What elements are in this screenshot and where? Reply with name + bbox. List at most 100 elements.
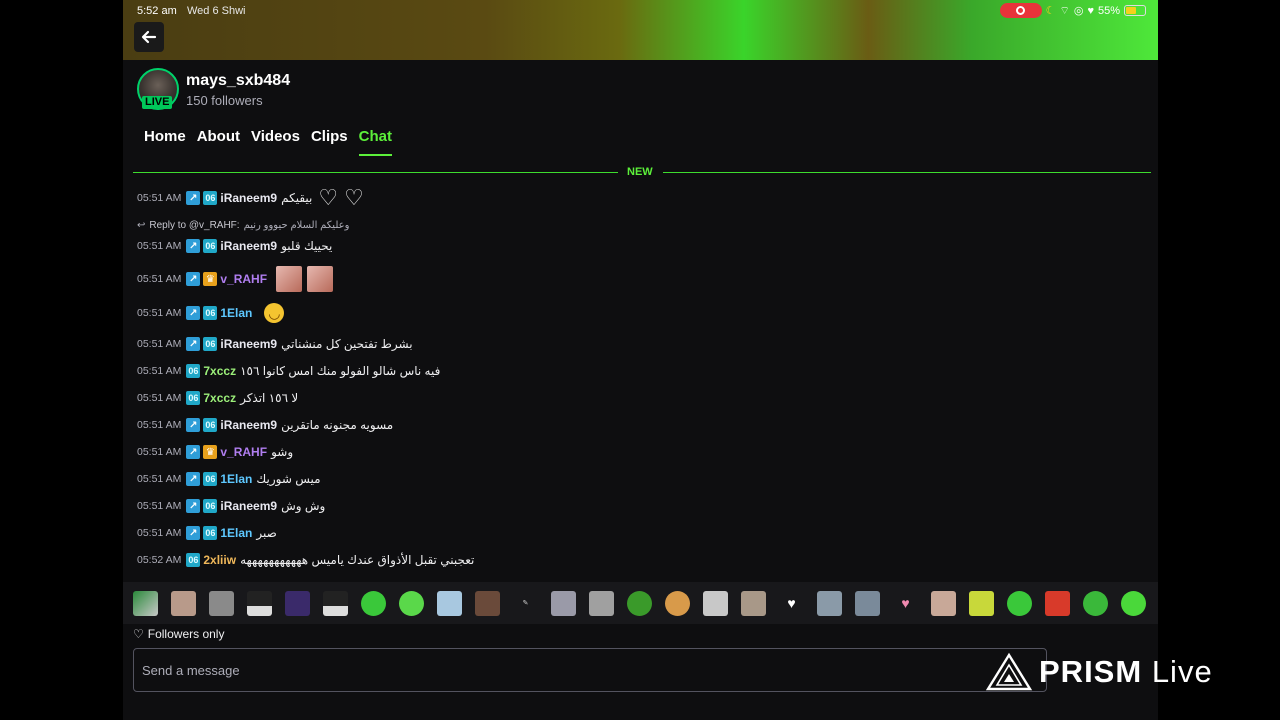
emote-icon[interactable] bbox=[1045, 590, 1070, 616]
chat-message[interactable]: 05:51 AM 06 7xccz فيه ناس شالو الفولو من… bbox=[137, 361, 440, 381]
chat-message-text: وش وش bbox=[281, 499, 326, 513]
tab-clips[interactable]: Clips bbox=[311, 128, 348, 156]
emote-icon[interactable] bbox=[817, 590, 842, 616]
image-emote-icon bbox=[307, 266, 334, 292]
channel-header: LIVE mays_sxb484 150 followers Home Abou… bbox=[123, 60, 1158, 158]
message-timestamp: 05:51 AM bbox=[137, 500, 182, 512]
tab-videos[interactable]: Videos bbox=[251, 128, 300, 156]
emote-icon[interactable] bbox=[171, 590, 196, 616]
chat-username[interactable]: 7xccz bbox=[203, 364, 236, 378]
chat-message[interactable]: 05:51 AM ↗ 06 1Elan صبر bbox=[137, 523, 277, 543]
chat-feed[interactable]: NEW 05:51 AM ↗ 06 iRaneem9 بيقيكم ♡ ♡ ↩ … bbox=[123, 158, 1158, 582]
chat-message-text: تعجبني تقبل الأذواق عندك ياميس ههههههههه… bbox=[240, 553, 475, 567]
chat-message[interactable]: 05:51 AM ↗ 06 1Elan ◡ bbox=[137, 302, 285, 324]
chat-message[interactable]: 05:51 AM 06 7xccz لا ١٥٦ اتذكر bbox=[137, 388, 298, 408]
reply-context[interactable]: ↩ Reply to @v_RAHF: وعليكم السلام حيووو … bbox=[137, 220, 349, 231]
chat-username[interactable]: v_RAHF bbox=[220, 272, 267, 286]
chat-message-text: بيقيكم bbox=[281, 191, 313, 205]
emote-icon[interactable]: ♥ bbox=[779, 590, 804, 616]
message-timestamp: 05:51 AM bbox=[137, 446, 182, 458]
stream-banner: 5:52 am Wed 6 Shwi ☾ ⌔ ◎ ♥ 55% bbox=[123, 0, 1158, 60]
emote-icon[interactable] bbox=[627, 590, 652, 616]
emote-icon[interactable] bbox=[665, 590, 690, 616]
message-input[interactable] bbox=[133, 648, 1047, 692]
emote-picker-bar[interactable]: ✎ ♥ ♥ bbox=[123, 582, 1158, 624]
chat-message[interactable]: 05:51 AM ↗ 06 iRaneem9 يحييك قلبو bbox=[137, 236, 332, 256]
emote-icon[interactable] bbox=[437, 590, 462, 616]
chat-username[interactable]: 1Elan bbox=[220, 472, 252, 486]
chat-username[interactable]: 1Elan bbox=[220, 306, 252, 320]
tab-home[interactable]: Home bbox=[144, 128, 186, 156]
chat-message[interactable]: 05:52 AM 06 2xliiw تعجبني تقبل الأذواق ع… bbox=[137, 550, 474, 570]
live-badge: LIVE bbox=[142, 96, 173, 109]
emote-icon[interactable] bbox=[703, 590, 728, 616]
emote-icon[interactable] bbox=[1083, 590, 1108, 616]
moderator-badge-icon: ↗ bbox=[186, 306, 201, 320]
chat-message-text: يحييك قلبو bbox=[281, 239, 333, 253]
tab-about[interactable]: About bbox=[197, 128, 240, 156]
battery-percent: 55% bbox=[1097, 4, 1120, 17]
moderator-badge-icon: ↗ bbox=[186, 418, 201, 432]
chat-message-text: بشرط تفتحين كل منشناتي bbox=[281, 337, 413, 351]
chat-message[interactable]: 05:51 AM ↗ ♛ v_RAHF bbox=[137, 266, 334, 292]
heart-outline-icon: ♡ bbox=[133, 627, 144, 641]
chat-message-text: ميس شوريك bbox=[256, 472, 321, 486]
emote-icon[interactable] bbox=[133, 590, 158, 616]
emote-icon[interactable] bbox=[931, 590, 956, 616]
tab-chat[interactable]: Chat bbox=[358, 128, 392, 156]
message-timestamp: 05:51 AM bbox=[137, 307, 182, 319]
emote-icon[interactable] bbox=[399, 590, 424, 616]
channel-tabs: Home About Videos Clips Chat bbox=[144, 128, 392, 156]
message-timestamp: 05:51 AM bbox=[137, 392, 182, 404]
chat-message[interactable]: 05:51 AM ↗ 06 iRaneem9 وش وش bbox=[137, 496, 325, 516]
chat-message[interactable]: 05:51 AM ↗ 06 iRaneem9 بيقيكم ♡ ♡ bbox=[137, 187, 364, 209]
emote-icon[interactable] bbox=[969, 590, 994, 616]
chat-username[interactable]: 1Elan bbox=[220, 526, 252, 540]
emote-icon[interactable] bbox=[209, 590, 234, 616]
chat-username[interactable]: iRaneem9 bbox=[220, 337, 277, 351]
chat-message[interactable]: 05:51 AM ↗ 06 1Elan ميس شوريك bbox=[137, 469, 321, 489]
new-label: NEW bbox=[627, 166, 653, 178]
chat-message-text: وشو bbox=[271, 445, 294, 459]
reply-prefix: Reply to @v_RAHF: bbox=[149, 220, 240, 231]
moderator-badge-icon: ↗ bbox=[186, 472, 201, 486]
emote-icon[interactable] bbox=[855, 590, 880, 616]
screen-record-indicator[interactable] bbox=[999, 3, 1042, 18]
emote-icon[interactable] bbox=[285, 590, 310, 616]
emote-icon[interactable] bbox=[551, 590, 576, 616]
chat-username[interactable]: iRaneem9 bbox=[220, 499, 277, 513]
chat-message-text: فيه ناس شالو الفولو منك امس كانوا ١٥٦ bbox=[240, 364, 441, 378]
subscriber-badge-icon: 06 bbox=[203, 526, 218, 540]
subscriber-badge-icon: 06 bbox=[203, 191, 218, 205]
emote-icon[interactable]: ✎ bbox=[513, 590, 538, 616]
emote-icon[interactable] bbox=[247, 590, 272, 616]
chat-message[interactable]: 05:51 AM ↗ 06 iRaneem9 بشرط تفتحين كل من… bbox=[137, 334, 413, 354]
emote-icon[interactable] bbox=[1121, 590, 1146, 616]
emote-icon[interactable] bbox=[741, 590, 766, 616]
channel-name[interactable]: mays_sxb484 bbox=[186, 72, 290, 90]
reply-text: وعليكم السلام حيووو رنيم bbox=[243, 220, 350, 231]
chat-message-text: مسويه مجنونه ماتقرين bbox=[281, 418, 394, 432]
battery-icon bbox=[1124, 5, 1146, 16]
chat-username[interactable]: v_RAHF bbox=[220, 445, 267, 459]
moderator-badge-icon: ↗ bbox=[186, 445, 201, 459]
emote-icon[interactable] bbox=[323, 590, 348, 616]
emote-icon[interactable]: ♥ bbox=[893, 590, 918, 616]
emote-icon[interactable] bbox=[589, 590, 614, 616]
emote-icon[interactable] bbox=[361, 590, 386, 616]
emote-icon[interactable] bbox=[1007, 590, 1032, 616]
heart-icon: ♥ bbox=[1087, 4, 1094, 17]
chat-username[interactable]: iRaneem9 bbox=[220, 418, 277, 432]
chat-username[interactable]: 2xliiw bbox=[203, 553, 236, 567]
chat-message[interactable]: 05:51 AM ↗ 06 iRaneem9 مسويه مجنونه ماتق… bbox=[137, 415, 393, 435]
chat-username[interactable]: iRaneem9 bbox=[220, 239, 277, 253]
chat-username[interactable]: iRaneem9 bbox=[220, 191, 277, 205]
moon-icon: ☾ bbox=[1045, 5, 1056, 17]
emote-icon[interactable] bbox=[475, 590, 500, 616]
watermark-text: PRISM Live bbox=[1039, 654, 1213, 689]
chat-username[interactable]: 7xccz bbox=[203, 391, 236, 405]
follower-count: 150 followers bbox=[186, 93, 263, 108]
chat-message-text: صبر bbox=[256, 526, 277, 540]
back-button[interactable] bbox=[134, 22, 164, 52]
chat-message[interactable]: 05:51 AM ↗ ♛ v_RAHF وشو bbox=[137, 442, 293, 462]
